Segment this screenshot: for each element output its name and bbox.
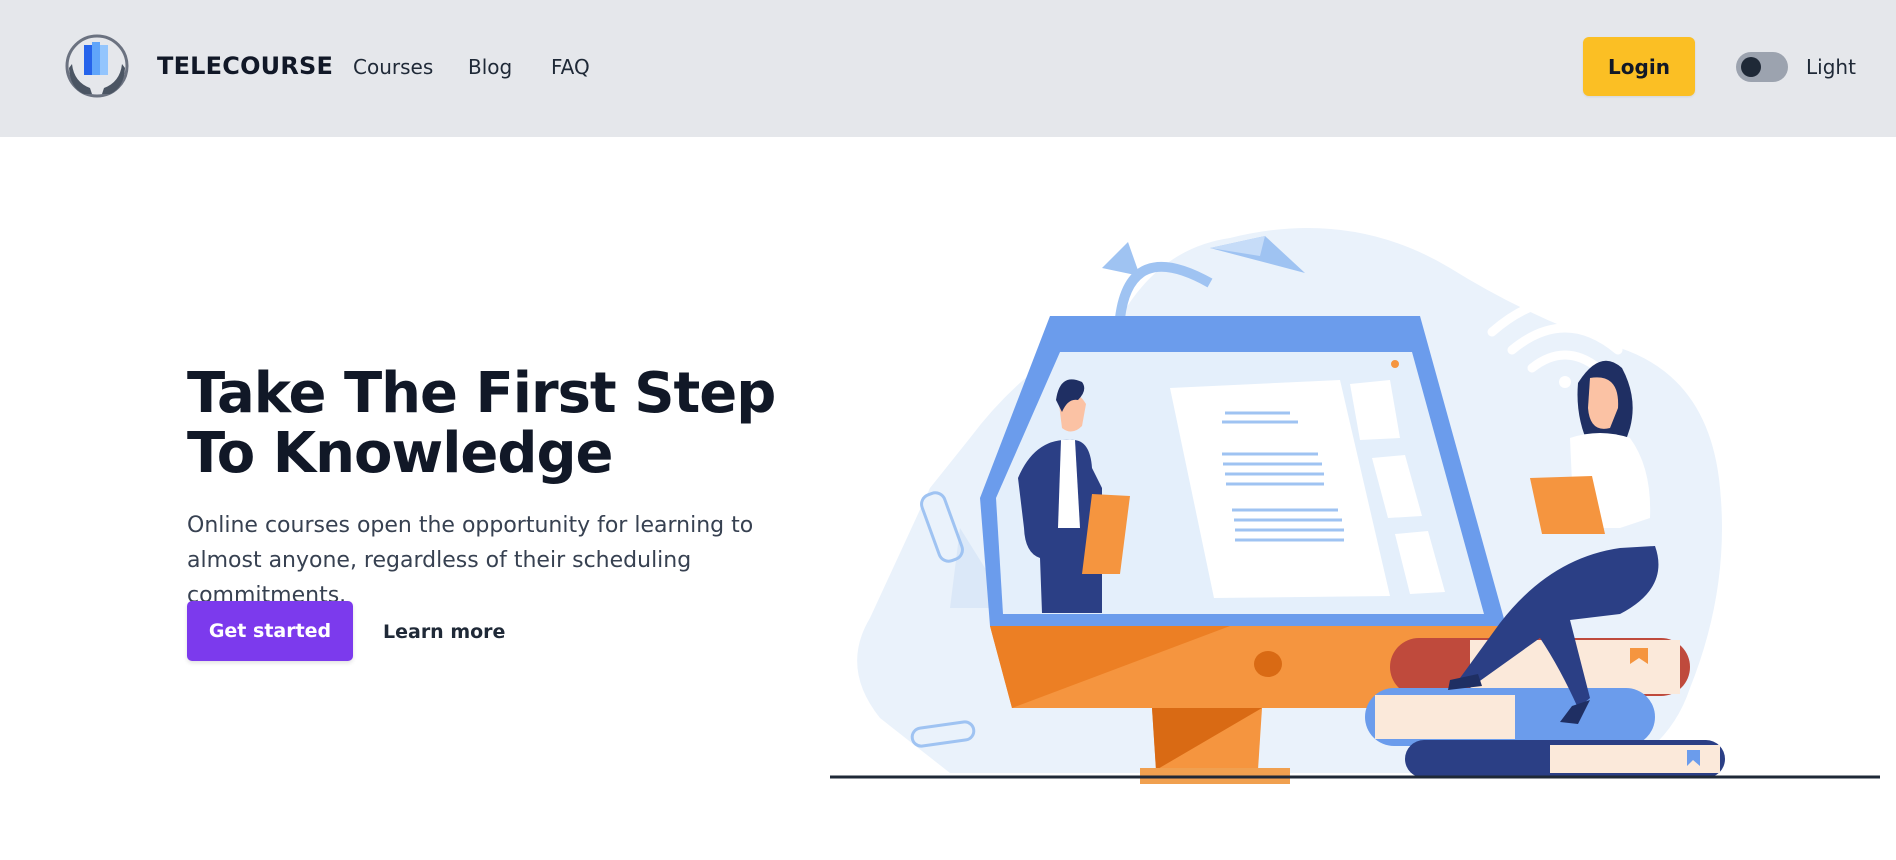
get-started-button[interactable]: Get started [187,601,353,661]
hero-description: Online courses open the opportunity for … [187,513,754,608]
login-button[interactable]: Login [1583,37,1695,96]
arrow-head [1102,242,1140,276]
wifi-dot [1559,376,1571,388]
theme-toggle[interactable] [1736,52,1788,82]
telecourse-logo[interactable] [64,32,130,102]
nav-link-faq[interactable]: FAQ [551,55,590,79]
navbar: TELECOURSE Courses Blog FAQ Login Light [0,0,1896,137]
nav-link-blog[interactable]: Blog [468,55,512,79]
theme-toggle-knob [1741,57,1761,77]
hero-illustration [830,228,1880,784]
nav-link-courses[interactable]: Courses [353,55,433,79]
hero-title-line2: To Knowledge [187,421,614,486]
learn-more-link[interactable]: Learn more [383,621,505,643]
brand-name[interactable]: TELECOURSE [157,52,333,80]
hero-title: Take The First Step To Knowledge [187,361,776,486]
hero-title-line1: Take The First Step [187,361,776,426]
theme-label: Light [1806,55,1856,79]
